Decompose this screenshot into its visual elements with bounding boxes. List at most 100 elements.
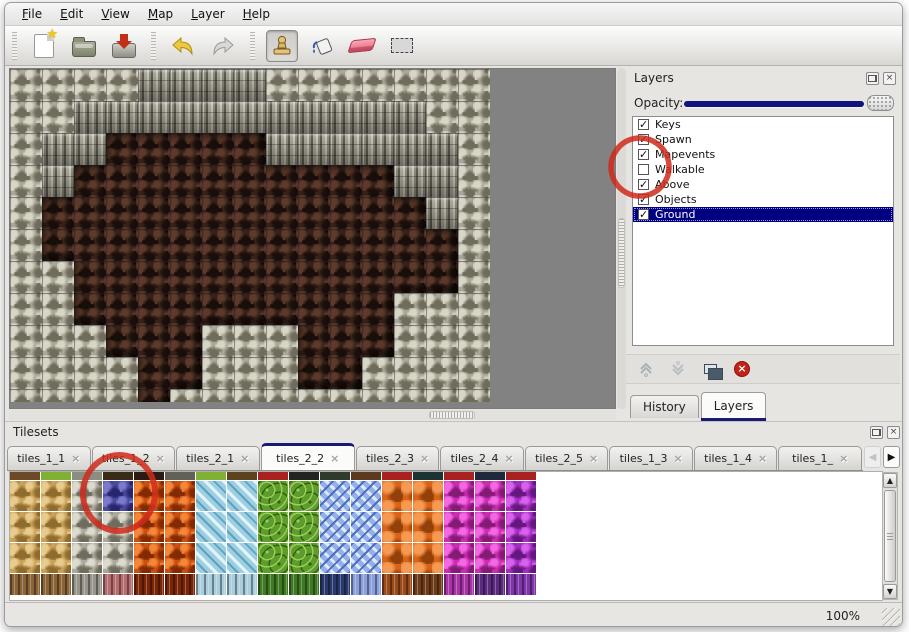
map-tile-cave-floor[interactable] (106, 165, 138, 197)
map-tile-cave-floor[interactable] (170, 133, 202, 165)
palette-tile-partial[interactable] (10, 472, 40, 480)
palette-tile-partial[interactable] (444, 472, 474, 480)
map-tile-cliff-wall[interactable] (170, 101, 202, 133)
palette-tile[interactable] (289, 543, 319, 573)
palette-tile-partial[interactable] (227, 472, 257, 480)
palette-tile[interactable] (227, 481, 257, 511)
palette-tile-fringe[interactable] (444, 574, 474, 595)
layer-checkbox-above[interactable]: ✓ (638, 179, 649, 190)
map-tile-rock[interactable] (74, 69, 106, 101)
tileset-tab-tiles_1_1[interactable]: tiles_1_1× (7, 446, 91, 470)
palette-tile[interactable] (382, 543, 412, 573)
map-tile-rock[interactable] (202, 357, 234, 389)
map-tile-cliff-wall[interactable] (298, 101, 330, 133)
map-tile-rock[interactable] (426, 69, 458, 101)
map-tile-cave-floor[interactable] (170, 293, 202, 325)
map-tile-rock[interactable] (394, 389, 426, 402)
scroll-tabs-left-button[interactable]: ◀ (864, 446, 881, 468)
palette-tile-fringe[interactable] (413, 574, 443, 595)
map-tile-cave-floor[interactable] (74, 165, 106, 197)
map-tile-cave-floor[interactable] (426, 261, 458, 293)
fill-tool-button[interactable] (306, 30, 338, 62)
layer-checkbox-walkable[interactable] (638, 164, 649, 175)
map-tile-cave-floor[interactable] (330, 261, 362, 293)
palette-tile[interactable] (41, 543, 71, 573)
map-tile-cave-floor[interactable] (74, 261, 106, 293)
map-tile-cave-floor[interactable] (330, 165, 362, 197)
map-tile-rock[interactable] (106, 389, 138, 402)
map-tile-cave-floor[interactable] (202, 229, 234, 261)
map-tile-cave-floor[interactable] (234, 261, 266, 293)
map-tile-cave-floor[interactable] (362, 261, 394, 293)
map-tile-cave-floor[interactable] (362, 165, 394, 197)
scroll-tabs-right-button[interactable]: ▶ (883, 446, 900, 468)
map-tile-cave-floor[interactable] (330, 325, 362, 357)
map-tile-cave-floor[interactable] (170, 165, 202, 197)
map-tile-cave-floor[interactable] (234, 133, 266, 165)
map-tile-cave-floor[interactable] (266, 197, 298, 229)
layer-checkbox-objects[interactable]: ✓ (638, 194, 649, 205)
palette-tile[interactable] (444, 512, 474, 542)
map-tile-cave-floor[interactable] (330, 197, 362, 229)
palette-tile-partial[interactable] (165, 472, 195, 480)
map-tile-rock[interactable] (458, 133, 490, 165)
palette-tile[interactable] (506, 481, 536, 511)
map-tile-rock[interactable] (458, 197, 490, 229)
map-tile-cave-floor[interactable] (170, 229, 202, 261)
palette-tile[interactable] (41, 481, 71, 511)
map-vscroll-thumb[interactable] (618, 218, 625, 288)
palette-tile-partial[interactable] (289, 472, 319, 480)
map-tile-cave-floor[interactable] (42, 229, 74, 261)
map-tile-rock[interactable] (74, 357, 106, 389)
close-tab-icon[interactable]: × (240, 452, 249, 465)
palette-tile[interactable] (10, 512, 40, 542)
eraser-tool-button[interactable] (346, 30, 378, 62)
palette-tile[interactable] (258, 512, 288, 542)
map-tile-rock[interactable] (458, 229, 490, 261)
map-tile-rock[interactable] (362, 69, 394, 101)
map-tile-cave-floor[interactable] (138, 261, 170, 293)
map-tile-rock[interactable] (10, 389, 42, 402)
map-tile-cliff-wall[interactable] (266, 133, 298, 165)
scroll-up-icon[interactable]: ▲ (883, 473, 897, 488)
map-tile-cave-floor[interactable] (202, 197, 234, 229)
map-tile-rock[interactable] (42, 357, 74, 389)
opacity-slider-handle[interactable] (867, 95, 894, 111)
layer-row-objects[interactable]: ✓Objects (633, 192, 893, 207)
map-tile-cave-floor[interactable] (202, 165, 234, 197)
map-tile-cave-floor[interactable] (266, 261, 298, 293)
map-tile-cave-floor[interactable] (362, 197, 394, 229)
close-tab-icon[interactable]: × (330, 452, 339, 465)
new-file-button[interactable] (28, 30, 60, 62)
map-tile-rock[interactable] (10, 69, 42, 101)
palette-tile[interactable] (41, 512, 71, 542)
map-tile-rock[interactable] (458, 101, 490, 133)
map-tile-rock[interactable] (74, 389, 106, 402)
palette-tile[interactable] (196, 481, 226, 511)
map-tile-cave-floor[interactable] (138, 357, 170, 389)
map-tile-cliff-wall[interactable] (330, 133, 362, 165)
menu-help[interactable]: Help (234, 4, 279, 24)
palette-tile[interactable] (258, 543, 288, 573)
map-tile-cliff-wall[interactable] (330, 101, 362, 133)
menu-file[interactable]: File (13, 4, 51, 24)
palette-tile-partial[interactable] (134, 472, 164, 480)
map-tile-rock[interactable] (42, 293, 74, 325)
palette-tile[interactable] (72, 543, 102, 573)
palette-tile[interactable] (165, 481, 195, 511)
map-tile-cliff-wall[interactable] (426, 165, 458, 197)
palette-tile[interactable] (413, 481, 443, 511)
close-tab-icon[interactable]: × (420, 452, 429, 465)
layer-row-walkable[interactable]: Walkable (633, 162, 893, 177)
close-tilesets-icon[interactable]: × (887, 426, 900, 439)
palette-tile[interactable] (506, 512, 536, 542)
layer-checkbox-ground[interactable]: ✓ (638, 209, 649, 220)
map-tile-cave-floor[interactable] (170, 357, 202, 389)
undo-button[interactable] (167, 30, 199, 62)
palette-tile-partial[interactable] (196, 472, 226, 480)
map-tile-rock[interactable] (458, 165, 490, 197)
map-tile-cave-floor[interactable] (74, 197, 106, 229)
palette-tile[interactable] (196, 512, 226, 542)
map-tile-rock[interactable] (394, 293, 426, 325)
palette-tile-fringe[interactable] (10, 574, 40, 595)
